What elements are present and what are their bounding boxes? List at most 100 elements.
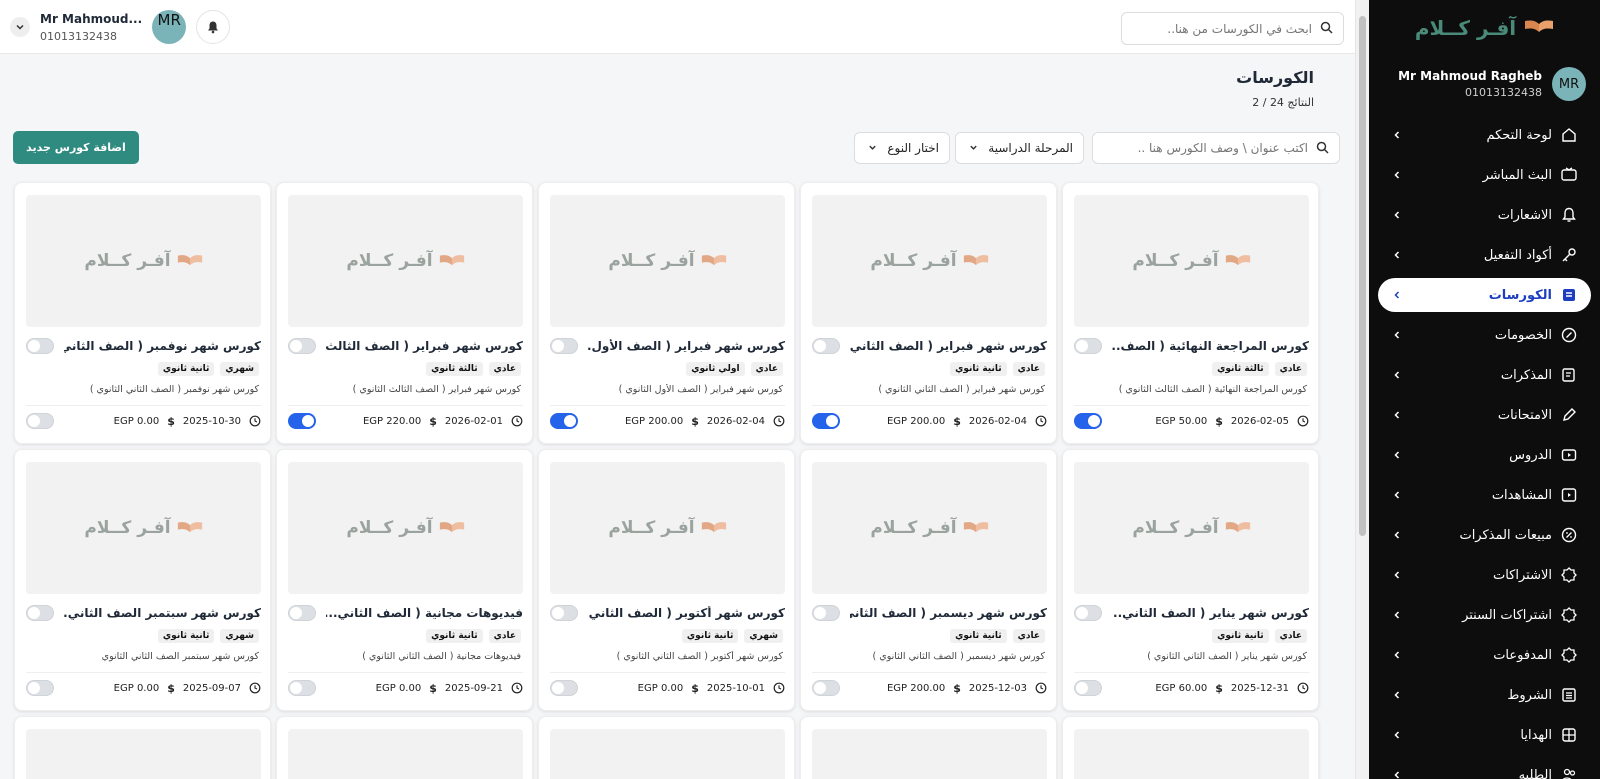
course-active-toggle[interactable] [550,413,578,429]
course-thumbnail[interactable]: آفـر كــلام [26,195,261,327]
course-filter-input[interactable] [1103,141,1308,155]
course-card-partial[interactable] [538,716,795,779]
course-card[interactable]: آفـر كــلام كورس شهر سبتمبر الصف الثاني..… [14,449,271,711]
course-active-toggle[interactable] [1074,680,1102,696]
course-thumbnail[interactable]: آفـر كــلام [812,462,1047,594]
course-card[interactable]: آفـر كــلام كورس شهر يناير ( الصف الثاني.… [1062,449,1319,711]
course-card[interactable]: آفـر كــلام كورس المراجعة النهائية ( الصف… [1062,182,1319,444]
course-thumbnail[interactable]: آفـر كــلام [1074,462,1309,594]
course-title[interactable]: فيديوهات مجانية ( الصف الثاني... [326,606,523,620]
course-card[interactable]: آفـر كــلام كورس شهر فبراير ( الصف الأول.… [538,182,795,444]
sidebar-user[interactable]: MR Mr Mahmoud Ragheb 01013132438 [1369,58,1600,110]
chevron-left-icon [1392,729,1404,741]
header-search-input[interactable] [1132,21,1312,36]
course-card-partial[interactable] [276,716,533,779]
stage-select[interactable]: المرحلة الدراسية [955,132,1084,164]
sidebar-item-2[interactable]: الاشعارات [1378,198,1591,232]
header-profile[interactable]: Mr Mahmoud... 01013132438 MR [10,9,231,45]
course-visibility-toggle[interactable] [812,605,840,621]
sidebar-item-9[interactable]: المشاهدات [1378,478,1591,512]
course-active-toggle[interactable] [812,680,840,696]
course-title[interactable]: كورس شهر فبراير ( الصف الثاني... [850,339,1047,353]
sidebar-item-7[interactable]: الامتحانات [1378,398,1591,432]
course-filter-search[interactable] [1092,132,1340,164]
course-title[interactable]: كورس شهر فبراير ( الصف الأول... [588,339,785,353]
course-card-partial[interactable] [14,716,271,779]
course-active-toggle[interactable] [26,680,54,696]
course-active-toggle[interactable] [288,413,316,429]
course-card[interactable]: آفـر كــلام كورس شهر فبراير ( الصف الثاني… [800,182,1057,444]
course-visibility-toggle[interactable] [550,338,578,354]
course-card-partial[interactable] [1062,716,1319,779]
sidebar-item-12[interactable]: اشتراكات السنتر [1378,598,1591,632]
course-card[interactable]: آفـر كــلام كورس شهر فبراير ( الصف الثالث… [276,182,533,444]
course-description: كورس شهر أكتوبر ( الصف الثاني الثانوي ) [616,651,783,662]
course-thumbnail[interactable]: آفـر كــلام [1074,195,1309,327]
course-card[interactable]: آفـر كــلام فيديوهات مجانية ( الصف الثاني… [276,449,533,711]
course-thumbnail[interactable] [26,729,261,779]
main-content: Mr Mahmoud... 01013132438 MR الكورسات ال… [0,0,1369,779]
sidebar-item-13[interactable]: المدفوعات [1378,638,1591,672]
course-visibility-toggle[interactable] [1074,605,1102,621]
course-card[interactable]: آفـر كــلام كورس شهر ديسمبر ( الصف الثاني… [800,449,1057,711]
course-visibility-toggle[interactable] [26,605,54,621]
course-thumbnail[interactable] [550,729,785,779]
sidebar-item-label: الهدايا [1520,727,1552,743]
page-title: الكورسات [1236,68,1314,87]
course-thumbnail[interactable] [288,729,523,779]
course-active-toggle[interactable] [550,680,578,696]
course-thumbnail[interactable]: آفـر كــلام [288,462,523,594]
course-active-toggle[interactable] [812,413,840,429]
sidebar-item-3[interactable]: أكواد التفعيل [1378,238,1591,272]
course-thumbnail[interactable]: آفـر كــلام [26,462,261,594]
course-active-toggle[interactable] [26,413,54,429]
chevron-down-icon[interactable] [10,17,30,37]
course-card-partial[interactable] [800,716,1057,779]
course-title[interactable]: كورس شهر نوفمبر ( الصف الثاني... [64,339,261,353]
course-title[interactable]: كورس شهر يناير ( الصف الثاني... [1112,606,1309,620]
course-thumbnail[interactable] [812,729,1047,779]
course-thumbnail[interactable]: آفـر كــلام [812,195,1047,327]
course-card[interactable]: آفـر كــلام كورس شهر أكتوبر ( الصف الثاني… [538,449,795,711]
course-visibility-toggle[interactable] [288,605,316,621]
course-title[interactable]: كورس المراجعة النهائية ( الصف... [1112,339,1309,353]
course-title[interactable]: كورس شهر فبراير ( الصف الثالث... [326,339,523,353]
course-active-toggle[interactable] [1074,413,1102,429]
sidebar-item-16[interactable]: الطلبه [1378,758,1591,779]
course-thumbnail[interactable] [1074,729,1309,779]
sidebar-item-1[interactable]: البث المباشر [1378,158,1591,192]
course-visibility-toggle[interactable] [288,338,316,354]
course-visibility-toggle[interactable] [26,338,54,354]
type-select[interactable]: اختار النوع [854,132,950,164]
course-active-toggle[interactable] [288,680,316,696]
course-grade-tag: ثانية ثانوي [157,629,215,643]
header-search[interactable] [1121,12,1344,45]
course-thumbnail[interactable]: آفـر كــلام [288,195,523,327]
sidebar-item-5[interactable]: الخصومات [1378,318,1591,352]
course-visibility-toggle[interactable] [1074,338,1102,354]
course-title[interactable]: كورس شهر أكتوبر ( الصف الثاني... [588,606,785,620]
sidebar-item-11[interactable]: الاشتراكات [1378,558,1591,592]
main-scrollbar[interactable] [1355,0,1369,779]
sidebar-item-8[interactable]: الدروس [1378,438,1591,472]
header-avatar[interactable]: MR [152,10,187,44]
course-description: كورس شهر ديسمبر ( الصف الثاني الثانوي ) [872,651,1045,662]
course-title[interactable]: كورس شهر سبتمبر الصف الثاني... [64,606,261,620]
sidebar-item-0[interactable]: لوحة التحكم [1378,118,1591,152]
sidebar-item-4[interactable]: الكورسات [1378,278,1591,312]
add-course-button[interactable]: اضافة كورس جديد [13,131,139,164]
course-card[interactable]: آفـر كــلام كورس شهر نوفمبر ( الصف الثاني… [14,182,271,444]
course-type-tag: شهري [744,629,783,643]
course-thumbnail[interactable]: آفـر كــلام [550,462,785,594]
scrollbar-thumb[interactable] [1359,16,1366,536]
course-title[interactable]: كورس شهر ديسمبر ( الصف الثاني... [850,606,1047,620]
course-visibility-toggle[interactable] [812,338,840,354]
sidebar-item-10[interactable]: مبيعات المذكرات [1378,518,1591,552]
course-visibility-toggle[interactable] [550,605,578,621]
sidebar-item-6[interactable]: المذكرات [1378,358,1591,392]
sidebar-item-14[interactable]: الشروط [1378,678,1591,712]
course-tags: عادي ثالثة ثانوي [426,362,521,376]
course-thumbnail[interactable]: آفـر كــلام [550,195,785,327]
sidebar-item-15[interactable]: الهدايا [1378,718,1591,752]
bell-icon[interactable] [196,10,231,44]
